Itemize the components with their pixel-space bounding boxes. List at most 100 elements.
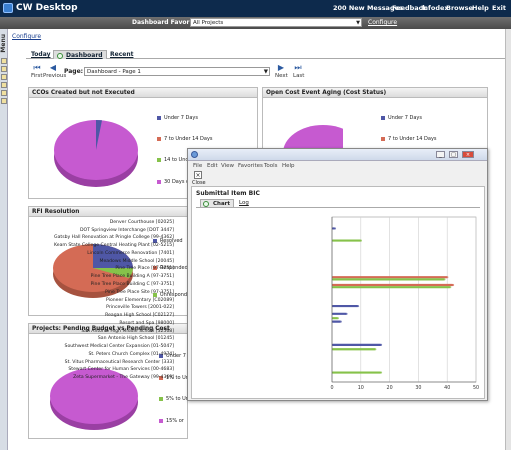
popup-menubar: File Edit View Favorites Tools Help xyxy=(188,162,487,171)
tab-recent[interactable]: Recent xyxy=(107,50,136,59)
first-page-icon[interactable]: ⏮ xyxy=(31,64,43,72)
x-tick-label: 10 xyxy=(358,385,364,391)
category-label: San Antonio High School [01245] xyxy=(97,336,174,342)
menu-view[interactable]: View xyxy=(221,162,234,171)
menu-help[interactable]: Help xyxy=(282,162,295,171)
category-label: Pioneer Elementary [C02089] xyxy=(106,297,174,303)
bar-end xyxy=(339,320,342,323)
folder-icon[interactable] xyxy=(1,82,7,88)
folder-icon[interactable] xyxy=(1,58,7,64)
category-label: Stewart Center for Human Services [00-46… xyxy=(68,367,174,373)
popup-titlebar[interactable]: _ □ × xyxy=(188,149,487,161)
tab-dashboard-label: Dashboard xyxy=(66,52,103,59)
legend-item: 7 to Under 14 Days xyxy=(157,136,213,142)
bar-end xyxy=(451,283,455,287)
legend-item: 7 to Under 14 Days xyxy=(381,136,437,142)
previous-page-icon[interactable]: ◀ xyxy=(47,64,59,72)
legend-item: 30 Days o xyxy=(157,179,189,185)
category-label: San Antonio High Middle School [32568] xyxy=(81,328,174,334)
favorites-select[interactable]: All Projects ▼ xyxy=(190,18,362,27)
category-label: DOT Springview Interchange [DOT 3447] xyxy=(79,227,174,233)
cco-pie-chart xyxy=(54,119,138,187)
page-select[interactable]: Dashboard - Page 1 ▼ xyxy=(84,67,270,76)
menu-label[interactable]: Menu xyxy=(0,34,8,53)
bar xyxy=(332,371,381,374)
category-label: St. Peters Church Complex [01-4974] xyxy=(88,351,174,357)
category-label: Pine Tree Place Site [97-3751] xyxy=(105,289,174,295)
app-title: CW Desktop xyxy=(16,3,78,13)
x-tick-label: 30 xyxy=(415,385,421,391)
favorites-bar: Dashboard Favorites All Projects ▼ Confi… xyxy=(0,17,511,29)
bar-end xyxy=(443,278,446,281)
help-link[interactable]: Help xyxy=(472,4,489,12)
legend-item: Under 7 Days xyxy=(157,115,198,121)
last-label[interactable]: Last xyxy=(293,73,304,79)
tab-dashboard[interactable]: Dashboard xyxy=(53,50,107,59)
bar xyxy=(332,320,341,323)
legend-swatch xyxy=(157,115,161,120)
bar xyxy=(332,283,453,287)
category-label: Resort and Spa [98000] xyxy=(119,320,174,326)
tab-today[interactable]: Today xyxy=(28,50,54,59)
folder-icon[interactable] xyxy=(1,74,7,80)
x-tick-label: 20 xyxy=(387,385,393,391)
favorites-configure-link[interactable]: Configure xyxy=(368,19,397,26)
cco-panel-title: CCOs Created but not Executed xyxy=(29,88,257,98)
bar xyxy=(332,276,448,279)
bar-end xyxy=(345,312,348,315)
category-label: Lincoln Commerce Renovation [7401] xyxy=(87,250,174,256)
bar-end xyxy=(446,276,449,279)
category-label: Meadows Middle School [20045] xyxy=(99,258,175,264)
app-logo-icon xyxy=(3,3,13,13)
legend-item: 5% to Un xyxy=(159,396,189,402)
maximize-icon[interactable]: □ xyxy=(449,151,458,158)
bar-end xyxy=(359,239,362,242)
close-icon[interactable]: × xyxy=(462,151,474,158)
legend-swatch xyxy=(157,136,161,141)
bar xyxy=(332,348,376,351)
close-icon[interactable]: × xyxy=(194,171,202,179)
next-page-icon[interactable]: ▶ xyxy=(275,64,287,72)
bar-end xyxy=(333,227,337,230)
bar-end xyxy=(356,305,360,308)
category-label: Keam State College Central Heating Plant… xyxy=(53,243,174,249)
browse-link[interactable]: Browse xyxy=(446,4,473,12)
bar-end xyxy=(379,343,383,346)
category-label: St. Vitus Pharmaceutical Research Center… xyxy=(64,359,174,365)
x-tick-label: 0 xyxy=(330,385,333,391)
next-label[interactable]: Next xyxy=(275,73,288,79)
page-scrollbar[interactable] xyxy=(505,29,511,450)
infodex-link[interactable]: Infodex xyxy=(421,4,449,12)
minimize-icon[interactable]: _ xyxy=(436,151,445,158)
category-label: Zeta Supermarket - The Gateway [99-4369] xyxy=(73,375,174,381)
menu-edit[interactable]: Edit xyxy=(207,162,218,171)
bar xyxy=(332,286,451,289)
browser-icon xyxy=(191,151,198,158)
pending-pie-chart xyxy=(50,368,138,430)
category-label: Gatsby Hall Renovation at Pringle Colleg… xyxy=(54,235,174,241)
bar xyxy=(332,312,347,315)
folder-icon[interactable] xyxy=(1,90,7,96)
page-label: Page: xyxy=(64,68,84,75)
first-label[interactable]: First xyxy=(31,73,43,79)
bar xyxy=(332,343,381,346)
legend-item: 14 to Und xyxy=(157,157,189,163)
top-bar: CW Desktop 200 New Messages Feedback Inf… xyxy=(0,0,511,17)
category-label: Reagan High School [C02127] xyxy=(105,313,174,319)
legend-swatch xyxy=(381,136,385,141)
chevron-down-icon: ▼ xyxy=(263,69,268,75)
bar-end xyxy=(448,286,452,289)
folder-icon[interactable] xyxy=(1,66,7,72)
previous-label[interactable]: Previous xyxy=(43,73,66,79)
category-label: Denver Courthouse [02025] xyxy=(109,219,174,225)
submittal-bar-chart: 0 10 20 30 40 50 xyxy=(330,216,479,391)
x-tick-label: 50 xyxy=(473,385,479,391)
menu-favorites[interactable]: Favorites xyxy=(238,162,263,171)
last-page-icon[interactable]: ⏭ xyxy=(292,64,304,72)
favorites-selected-value: All Projects xyxy=(193,20,224,26)
menu-tools[interactable]: Tools xyxy=(264,162,278,171)
configure-link[interactable]: Configure xyxy=(12,33,41,40)
menu-file[interactable]: File xyxy=(193,162,202,171)
folder-icon[interactable] xyxy=(1,98,7,104)
exit-link[interactable]: Exit xyxy=(492,4,506,12)
